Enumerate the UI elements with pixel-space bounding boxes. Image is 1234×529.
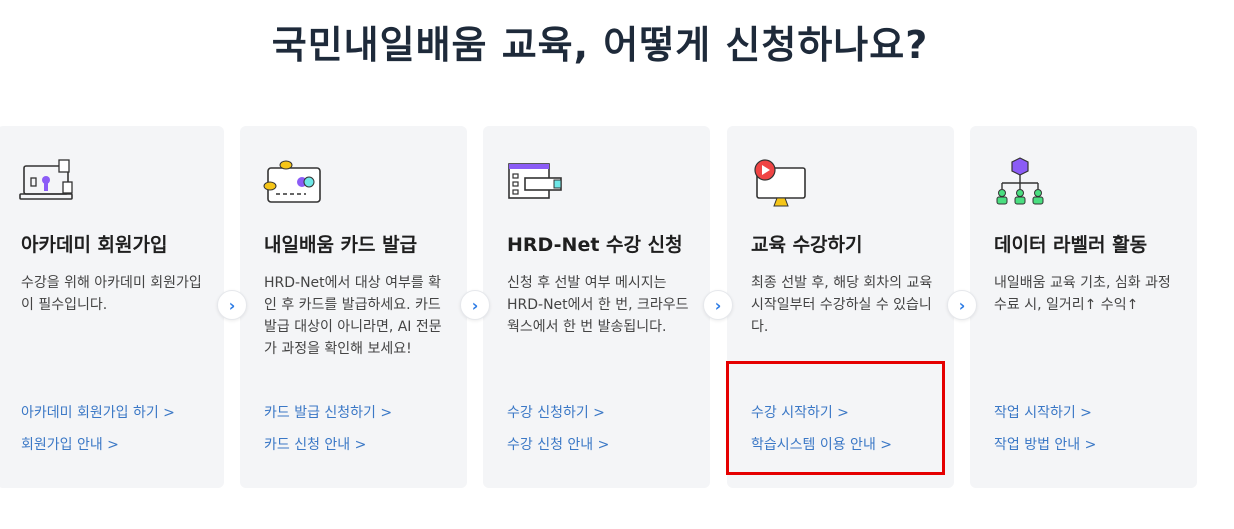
- chevron-right-icon: ›: [217, 290, 247, 320]
- card-title: 내일배움 카드 발급: [264, 234, 418, 256]
- card-description: 신청 후 선발 여부 메시지는 HRD-Net에서 한 번, 크라우드웍스에서 …: [507, 275, 689, 335]
- course-start-link[interactable]: 수강 시작하기 >: [751, 402, 849, 422]
- video-monitor-icon: [749, 156, 811, 208]
- learning-system-guide-link[interactable]: 학습시스템 이용 안내 >: [751, 434, 892, 454]
- course-apply-link[interactable]: 수강 신청하기 >: [507, 402, 605, 422]
- work-start-link[interactable]: 작업 시작하기 >: [994, 402, 1092, 422]
- card-description: 수강을 위해 아카데미 회원가입이 필수입니다.: [21, 275, 202, 313]
- data-network-icon: [992, 156, 1054, 208]
- step-card-academy-signup: 아카데미 회원가입 수강을 위해 아카데미 회원가입이 필수입니다. 아카데미 …: [0, 126, 224, 488]
- card-title: HRD-Net 수강 신청: [507, 234, 683, 256]
- card-title: 데이터 라벨러 활동: [994, 234, 1148, 256]
- hrd-net-apply-icon: [505, 156, 567, 208]
- academy-signup-link[interactable]: 아카데미 회원가입 하기 >: [21, 402, 175, 422]
- chevron-right-icon: ›: [460, 290, 490, 320]
- signup-guide-link[interactable]: 회원가입 안내 >: [21, 434, 119, 454]
- step-card-card-issue: 내일배움 카드 발급 HRD-Net에서 대상 여부를 확인 후 카드를 발급하…: [240, 126, 467, 488]
- card-issue-icon: [262, 156, 324, 208]
- card-title: 교육 수강하기: [751, 234, 863, 256]
- chevron-right-icon: ›: [947, 290, 977, 320]
- course-apply-guide-link[interactable]: 수강 신청 안내 >: [507, 434, 609, 454]
- step-card-hrd-net-apply: HRD-Net 수강 신청 신청 후 선발 여부 메시지는 HRD-Net에서 …: [483, 126, 710, 488]
- chevron-right-icon: ›: [703, 290, 733, 320]
- card-apply-guide-link[interactable]: 카드 신청 안내 >: [264, 434, 366, 454]
- page-title: 국민내일배움 교육, 어떻게 신청하나요?: [271, 23, 929, 67]
- card-description: 최종 선발 후, 해당 회차의 교육 시작일부터 수강하실 수 있습니다.: [751, 275, 933, 335]
- step-card-data-labeler: 데이터 라벨러 활동 내일배움 교육 기초, 심화 과정 수료 시, 일거리↑ …: [970, 126, 1197, 488]
- card-title: 아카데미 회원가입: [21, 234, 168, 256]
- card-issue-apply-link[interactable]: 카드 발급 신청하기 >: [264, 402, 392, 422]
- academy-signup-icon: [19, 156, 81, 208]
- step-card-take-course: 교육 수강하기 최종 선발 후, 해당 회차의 교육 시작일부터 수강하실 수 …: [727, 126, 954, 488]
- card-description: 내일배움 교육 기초, 심화 과정 수료 시, 일거리↑ 수익↑: [994, 275, 1171, 313]
- card-description: HRD-Net에서 대상 여부를 확인 후 카드를 발급하세요. 카드발급 대상…: [264, 275, 442, 357]
- work-method-guide-link[interactable]: 작업 방법 안내 >: [994, 434, 1096, 454]
